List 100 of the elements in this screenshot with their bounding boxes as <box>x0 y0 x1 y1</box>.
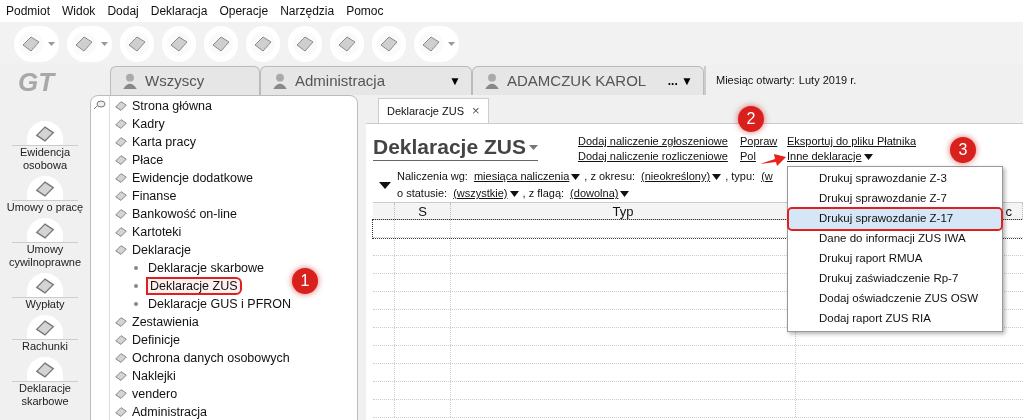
month-label: Miesiąc otwarty: <box>716 73 795 89</box>
filter-dropdown[interactable]: (nieokreślony) <box>641 168 722 185</box>
action-link[interactable]: Dodaj naliczenie rozliczeniowe <box>578 149 728 164</box>
toolbar-button[interactable] <box>288 25 322 62</box>
menu-item[interactable]: Dodaj <box>107 2 139 20</box>
menu-item[interactable]: Drukuj sprawozdanie Z-7 <box>789 189 1001 209</box>
tree-item[interactable]: Zestawienia <box>110 313 357 331</box>
tree-item[interactable]: Ochrona danych osobowych <box>110 349 357 367</box>
toolbar-button[interactable] <box>162 25 196 62</box>
module-icon <box>114 225 128 239</box>
tree-item[interactable]: Bankowość on-line <box>110 205 357 223</box>
close-button[interactable]: × <box>472 101 480 121</box>
tree-item[interactable]: Deklaracje skarbowe <box>146 259 267 277</box>
table-row[interactable] <box>373 346 1023 364</box>
action-link[interactable]: Dodaj naliczenie zgłoszeniowe <box>578 134 728 149</box>
bullet-icon <box>134 266 138 270</box>
person-icon <box>271 72 289 90</box>
menu-item[interactable]: Dodaj raport ZUS RIA <box>789 309 1001 329</box>
tree-item[interactable]: Karta pracy <box>110 133 357 151</box>
toolbar-button[interactable] <box>204 25 238 62</box>
action-link[interactable]: Inne deklaracje <box>787 149 873 164</box>
module-icon <box>114 405 128 419</box>
action-link[interactable]: Eksportuj do pliku Płatnika <box>787 134 916 149</box>
tree-item[interactable]: Płace <box>110 151 357 169</box>
module-icon <box>114 387 128 401</box>
bullet-icon <box>134 284 138 288</box>
menu-item[interactable]: Drukuj zaświadczenie Rp-7 <box>789 269 1001 289</box>
filter-label: , z flagą: <box>522 186 565 201</box>
tree-item[interactable]: Administracja <box>110 403 357 420</box>
module-icon <box>114 315 128 329</box>
tree-item[interactable]: Deklaracje GUS i PFRON <box>146 295 294 313</box>
tree-item[interactable]: Definicje <box>110 331 357 349</box>
column-header[interactable]: Typ <box>612 203 634 219</box>
table-row[interactable] <box>373 400 1023 418</box>
tree-item[interactable]: vendero <box>110 385 357 403</box>
caret-icon <box>48 41 55 46</box>
module-icon <box>114 243 128 257</box>
column-header[interactable]: c <box>1005 203 1012 219</box>
filter-dropdown[interactable]: (w <box>761 168 773 185</box>
document-tab[interactable]: Deklaracje ZUS × <box>378 98 489 123</box>
context-tab[interactable]: ADAMCZUK KAROL ... ▼ <box>472 66 704 95</box>
tree-item[interactable]: Naklejki <box>110 367 357 385</box>
menu-item[interactable]: Drukuj sprawozdanie Z-3 <box>789 169 1001 189</box>
caret-icon <box>712 174 722 181</box>
tree-item[interactable]: Finanse <box>110 187 357 205</box>
context-tab[interactable]: Administracja ▼ <box>260 66 472 95</box>
menu-item[interactable]: Dodaj oświadczenie ZUS OSW <box>789 289 1001 309</box>
menu-item[interactable]: Narzędzia <box>280 2 335 20</box>
module-icon <box>114 369 128 383</box>
nav-button[interactable]: Rachunki <box>2 315 88 353</box>
menu-item[interactable]: Operacje <box>219 2 269 20</box>
tree-item[interactable]: Kadry <box>110 115 357 133</box>
menu-item[interactable]: Dane do informacji ZUS IWA <box>789 229 1001 249</box>
logo: GT <box>18 69 55 95</box>
page-title[interactable]: Deklaracje ZUS <box>373 134 578 161</box>
filter-label: , typu: <box>725 169 756 184</box>
filter-dropdown[interactable]: (wszystkie) <box>453 185 519 202</box>
toolbar-button[interactable] <box>14 25 59 62</box>
toolbar-button[interactable] <box>372 25 406 62</box>
filter-dropdown[interactable]: miesiąca naliczenia <box>473 168 581 185</box>
nav-button[interactable]: Deklaracje skarbowe <box>2 357 88 408</box>
caret-icon[interactable] <box>379 182 391 189</box>
menu-item[interactable]: Pomoc <box>346 2 384 20</box>
table-row[interactable] <box>373 382 1023 400</box>
toolbar-button[interactable] <box>330 25 364 62</box>
tree-item[interactable]: Deklaracje ZUS <box>146 277 242 295</box>
nav-button[interactable]: Umowy cywilnoprawne <box>2 218 88 269</box>
module-icon <box>114 207 128 221</box>
column-header[interactable]: S <box>418 203 427 219</box>
filter-dropdown[interactable]: (dowolna) <box>570 185 630 202</box>
context-tab[interactable]: Wszyscy <box>110 66 260 95</box>
table-row[interactable] <box>373 364 1023 382</box>
toolbar-button[interactable] <box>120 25 154 62</box>
menu-item[interactable]: Deklaracja <box>150 2 208 20</box>
toolbar-button[interactable] <box>246 25 280 62</box>
toolbar-button[interactable] <box>414 25 459 62</box>
menu-item[interactable]: Drukuj sprawozdanie Z-17 <box>789 209 1001 229</box>
toolbar-button[interactable] <box>67 25 112 62</box>
menu-item[interactable]: Drukuj raport RMUA <box>789 249 1001 269</box>
tree-item[interactable]: Deklaracje <box>110 241 357 259</box>
tree-item[interactable]: Strona główna <box>110 97 357 115</box>
person-icon <box>121 72 139 90</box>
tree-item[interactable]: Ewidencje dodatkowe <box>110 169 357 187</box>
nav-button[interactable]: Wypłaty <box>2 273 88 311</box>
module-icon <box>114 135 128 149</box>
nav-button[interactable]: Ewidencja osobowa <box>2 121 88 172</box>
menu-item[interactable]: Widok <box>62 2 96 20</box>
pin-icon[interactable] <box>94 100 106 110</box>
action-link[interactable]: Popraw <box>740 134 778 149</box>
caret-icon <box>448 41 455 46</box>
caret-icon <box>571 174 581 181</box>
action-link[interactable]: Pol <box>740 149 756 164</box>
menu-item[interactable]: Podmiot <box>6 2 51 20</box>
filter-label: o statusie: <box>397 186 448 201</box>
caret-icon <box>509 191 519 198</box>
bullet-icon <box>134 302 138 306</box>
person-icon <box>483 72 501 90</box>
tree-item[interactable]: Kartoteki <box>110 223 357 241</box>
module-icon <box>114 171 128 185</box>
nav-button[interactable]: Umowy o pracę <box>2 176 88 214</box>
